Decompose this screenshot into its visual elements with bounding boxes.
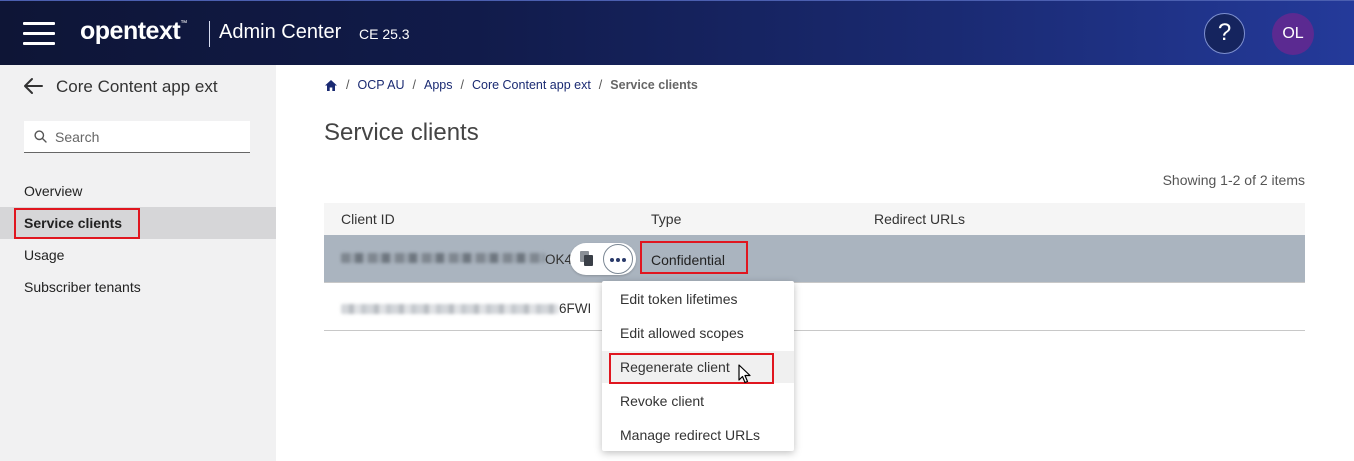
sidebar: Core Content app ext Overview Service cl… [0, 65, 276, 461]
table-row[interactable]: OK4 Confidential [324, 235, 1305, 283]
search-box[interactable] [24, 121, 250, 153]
search-input[interactable] [55, 127, 240, 147]
items-count: Showing 1-2 of 2 items [1162, 172, 1305, 188]
menu-item-edit-allowed-scopes[interactable]: Edit allowed scopes [602, 317, 794, 349]
sidebar-item-subscriber-tenants[interactable]: Subscriber tenants [0, 271, 276, 303]
sidebar-item-usage[interactable]: Usage [0, 239, 276, 271]
page-title: Service clients [324, 119, 479, 146]
back-arrow-icon[interactable] [22, 77, 44, 95]
breadcrumb: / OCP AU / Apps / Core Content app ext /… [324, 78, 698, 92]
menu-item-revoke-client[interactable]: Revoke client [602, 385, 794, 417]
top-header-bar: opentext™ Admin Center CE 25.3 ? OL [0, 0, 1354, 65]
home-icon[interactable] [324, 79, 338, 92]
sidebar-item-overview[interactable]: Overview [0, 175, 276, 207]
column-header-type[interactable]: Type [651, 211, 681, 227]
table-row[interactable]: 6FWI [324, 284, 1305, 331]
table-header: Client ID Type Redirect URLs [324, 203, 1305, 235]
client-id-suffix: OK4 [545, 252, 573, 267]
breadcrumb-separator: / [460, 78, 464, 92]
menu-item-edit-token-lifetimes[interactable]: Edit token lifetimes [602, 283, 794, 315]
breadcrumb-ocp-au[interactable]: OCP AU [357, 78, 404, 92]
breadcrumb-current: Service clients [610, 78, 698, 92]
blurred-client-id [341, 253, 545, 263]
hamburger-menu-icon[interactable] [23, 22, 55, 46]
brand-divider [209, 21, 210, 47]
menu-item-manage-redirect-urls[interactable]: Manage redirect URLs [602, 419, 794, 451]
client-id-suffix: 6FWI [559, 301, 592, 316]
breadcrumb-apps[interactable]: Apps [424, 78, 453, 92]
blurred-client-id [341, 304, 559, 314]
column-header-redirect-urls[interactable]: Redirect URLs [874, 211, 965, 227]
help-button[interactable]: ? [1204, 13, 1245, 54]
search-icon [34, 130, 47, 143]
app-name: Admin Center [219, 21, 342, 43]
user-avatar[interactable]: OL [1272, 13, 1314, 55]
breadcrumb-separator: / [346, 78, 350, 92]
column-header-client-id[interactable]: Client ID [341, 211, 395, 227]
sidebar-title: Core Content app ext [56, 77, 218, 96]
highlight-outline-type [640, 241, 748, 274]
brand-logo: opentext™ [80, 17, 187, 45]
highlight-outline-service-clients [14, 208, 140, 239]
breadcrumb-separator: / [598, 78, 603, 92]
more-options-button[interactable] [603, 244, 633, 274]
breadcrumb-separator: / [412, 78, 416, 92]
app-version: CE 25.3 [359, 26, 410, 42]
copy-icon[interactable] [579, 250, 595, 267]
breadcrumb-core-content-app-ext[interactable]: Core Content app ext [472, 78, 591, 92]
mouse-cursor-icon [738, 364, 751, 384]
